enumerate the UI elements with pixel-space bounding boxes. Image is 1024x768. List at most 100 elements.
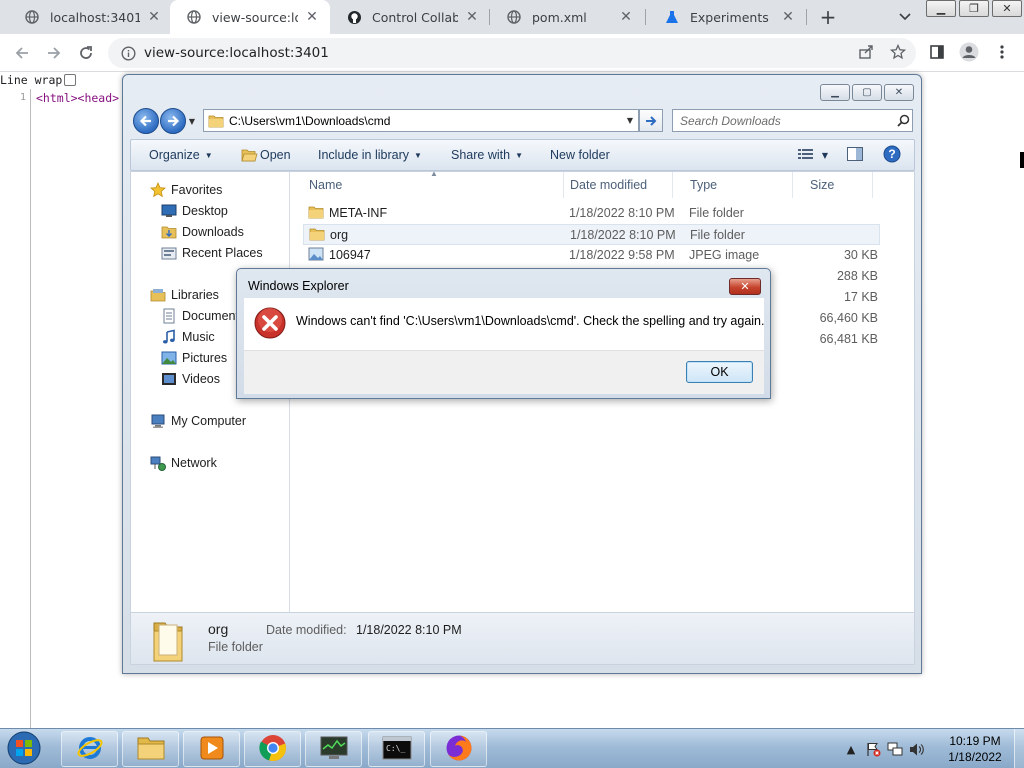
file-row-selected[interactable]: org 1/18/2022 8:10 PM File folder	[303, 224, 880, 245]
chevron-down-icon[interactable]: ▼	[622, 111, 638, 131]
new-folder-button[interactable]: New folder	[550, 140, 610, 170]
nav-pictures[interactable]: Pictures	[161, 350, 227, 366]
column-label: Type	[690, 178, 718, 192]
maximize-button[interactable]: ▢	[852, 84, 882, 101]
error-icon	[254, 307, 286, 339]
taskbar-explorer[interactable]	[122, 731, 179, 767]
network-status-icon[interactable]	[887, 741, 903, 757]
file-row[interactable]: META-INF 1/18/2022 8:10 PM File folder	[303, 203, 880, 224]
preview-pane-button[interactable]	[847, 146, 863, 164]
nav-libraries[interactable]: Libraries	[150, 287, 219, 303]
taskbar-task-manager[interactable]	[305, 731, 362, 767]
taskbar-media-player[interactable]	[183, 731, 240, 767]
include-in-library-label: Include in library	[318, 148, 410, 162]
close-icon[interactable]: ✕	[618, 9, 634, 25]
show-desktop-button[interactable]	[1014, 729, 1024, 768]
tab-separator	[806, 9, 807, 25]
share-icon[interactable]	[856, 42, 876, 62]
explorer-address-bar[interactable]: C:\Users\vm1\Downloads\cmd ▼	[203, 109, 639, 132]
dialog-close-button[interactable]: ✕	[729, 278, 761, 295]
column-header-type[interactable]: Type	[673, 172, 793, 198]
forward-arrow-icon[interactable]	[160, 108, 186, 134]
back-arrow-icon[interactable]	[133, 108, 159, 134]
include-in-library-button[interactable]: Include in library ▼	[318, 140, 422, 170]
system-clock[interactable]: 10:19 PM 1/18/2022	[940, 733, 1010, 765]
minimize-button[interactable]: ▁	[926, 0, 956, 17]
file-row[interactable]: 106947 1/18/2022 9:58 PM JPEG image 30 K…	[303, 245, 880, 266]
nav-music[interactable]: Music	[161, 329, 215, 345]
nav-favorites[interactable]: Favorites	[150, 182, 222, 198]
new-tab-button[interactable]: +	[816, 5, 840, 29]
star-icon	[150, 182, 166, 198]
nav-my-computer[interactable]: My Computer	[150, 413, 246, 429]
search-icon[interactable]	[894, 112, 912, 130]
tab-control-collabora[interactable]: Control Collabora ✕	[330, 0, 490, 34]
profile-avatar-icon[interactable]	[959, 42, 979, 62]
column-label: Name	[309, 178, 343, 192]
explorer-search-box[interactable]	[672, 109, 913, 132]
organize-button[interactable]: Organize ▼	[149, 140, 213, 170]
column-header-size[interactable]: Size	[793, 172, 873, 198]
back-button[interactable]	[10, 41, 34, 65]
nav-desktop[interactable]: Desktop	[161, 203, 228, 219]
tab-title: Control Collabora	[372, 9, 458, 25]
help-icon: ?	[883, 145, 901, 166]
nav-downloads[interactable]: Downloads	[161, 224, 244, 240]
close-button[interactable]: ✕	[884, 84, 914, 101]
tab-view-source[interactable]: view-source:localh ✕	[170, 0, 330, 34]
taskbar-firefox[interactable]	[430, 731, 487, 767]
chevron-down-icon[interactable]	[896, 8, 914, 26]
action-center-flag-icon[interactable]	[865, 741, 881, 757]
share-with-button[interactable]: Share with ▼	[451, 140, 523, 170]
taskbar-chrome[interactable]	[244, 731, 301, 767]
nav-documents[interactable]: Document	[161, 308, 239, 324]
change-view-button[interactable]: ▼	[793, 146, 833, 164]
volume-icon[interactable]	[909, 741, 925, 757]
close-icon[interactable]: ✕	[304, 9, 320, 25]
taskbar-internet-explorer[interactable]	[61, 731, 118, 767]
search-input[interactable]	[680, 113, 894, 128]
tab-pom-xml[interactable]: pom.xml ✕	[490, 0, 644, 34]
column-header-date-modified[interactable]: Date modified	[553, 172, 673, 198]
tab-experiments[interactable]: Experiments ✕	[648, 0, 806, 34]
nav-network[interactable]: Network	[150, 455, 217, 471]
recent-pages-chevron-icon[interactable]: ▼	[187, 114, 197, 128]
start-button[interactable]	[4, 730, 44, 768]
taskbar-command-prompt[interactable]: C:\_	[368, 731, 425, 767]
folder-icon	[208, 114, 224, 128]
address-url: view-source:localhost:3401	[144, 45, 329, 61]
line-wrap-checkbox[interactable]	[64, 74, 77, 86]
line-wrap-toggle[interactable]: Line wrap	[0, 73, 77, 87]
forward-button[interactable]	[42, 41, 66, 65]
restore-button[interactable]: ❐	[959, 0, 989, 17]
open-button[interactable]: Open	[260, 140, 291, 170]
nav-videos[interactable]: Videos	[161, 371, 220, 387]
share-with-label: Share with	[451, 148, 511, 162]
go-arrow-button[interactable]	[639, 109, 663, 132]
nav-recent-places[interactable]: Recent Places	[161, 245, 263, 261]
close-icon[interactable]: ✕	[464, 9, 480, 25]
browser-tab-strip: localhost:3401 ✕ view-source:localh ✕ Co…	[0, 0, 1024, 34]
flask-icon	[664, 9, 680, 25]
tab-localhost[interactable]: localhost:3401 ✕	[8, 0, 172, 34]
side-panel-icon[interactable]	[927, 42, 947, 62]
ok-button[interactable]: OK	[686, 361, 753, 383]
show-hidden-icons-chevron-icon[interactable]: ▲	[843, 741, 859, 757]
bookmark-star-icon[interactable]	[888, 42, 908, 62]
terminal-icon: C:\_	[382, 736, 412, 763]
address-bar[interactable]: view-source:localhost:3401	[108, 38, 916, 68]
file-date: 1/18/2022 9:58 PM	[569, 248, 675, 262]
menu-icon[interactable]	[992, 42, 1012, 62]
error-dialog: Windows Explorer ✕ Windows can't find 'C…	[236, 268, 771, 399]
nav-label: Pictures	[182, 351, 228, 365]
close-icon[interactable]: ✕	[780, 9, 796, 25]
pictures-icon	[161, 350, 177, 366]
minimize-button[interactable]: ▁	[820, 84, 850, 101]
reload-button[interactable]	[74, 41, 98, 65]
info-icon[interactable]	[120, 45, 136, 61]
taskbar: C:\_ ▲ 10:19 PM 1/18/2022	[0, 728, 1024, 768]
column-header-name[interactable]: Name ▲	[292, 169, 564, 198]
close-button[interactable]: ✕	[992, 0, 1022, 17]
close-icon[interactable]: ✕	[146, 9, 162, 25]
help-button[interactable]: ?	[883, 145, 901, 166]
